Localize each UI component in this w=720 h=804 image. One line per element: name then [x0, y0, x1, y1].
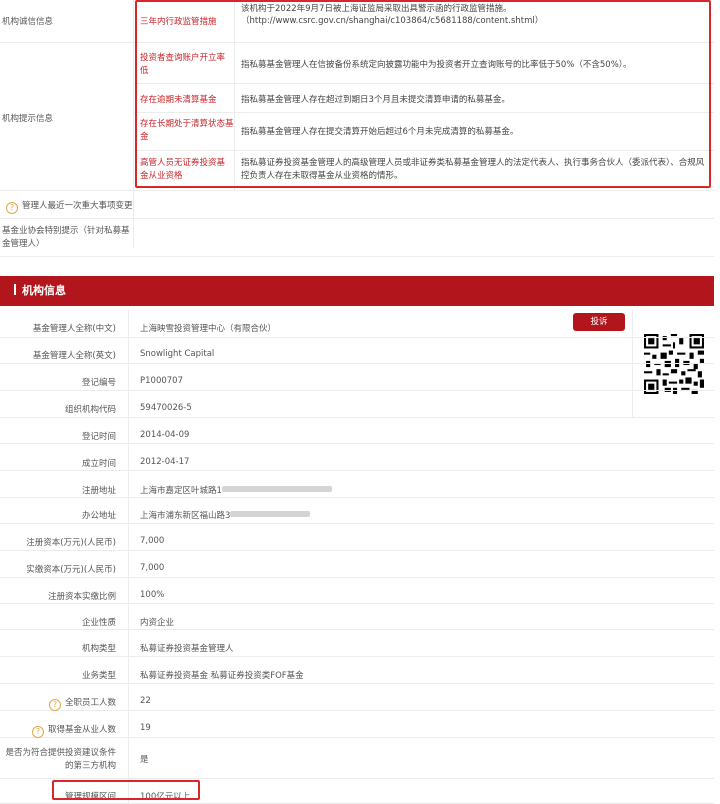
row-value-ent-nature: 内资企业	[140, 616, 174, 628]
row-label-name-en: 基金管理人全称(英文)	[0, 349, 116, 361]
row-label-text: 机构类型	[81, 644, 116, 654]
row-label-text: 注册资本(万元)(人民币)	[26, 538, 116, 548]
row-value-reg-date: 2014-04-09	[140, 430, 189, 440]
row-value-text: 7,000	[140, 563, 165, 573]
row-label-text: 基金管理人全称(英文)	[32, 351, 116, 361]
row-label-text: 取得基金从业人数	[47, 725, 116, 735]
row-value-text: 100%	[140, 590, 165, 600]
row-label-text: 是否为符合提供投资建议条件的第三方机构	[5, 748, 116, 771]
row-value-text: 2014-04-09	[140, 430, 190, 440]
section-header: 机构信息	[0, 276, 714, 306]
row-label-text: 企业性质	[81, 618, 116, 628]
row-label-name-cn: 基金管理人全称(中文)	[0, 322, 116, 334]
row-value-text: Snowlight Capital	[140, 349, 215, 359]
help-icon[interactable]: ?	[6, 202, 18, 214]
row-value-name-cn: 上海映雪投资管理中心（有限合伙）	[140, 322, 276, 334]
hint-info-label: 机构提示信息	[2, 114, 54, 124]
row-value-paid-capital: 7,000	[140, 563, 164, 573]
row-label-qualified-count: ? 取得基金从业人数	[0, 723, 116, 738]
row-value-paid-ratio: 100%	[140, 590, 164, 600]
row-label-text: 注册资本实缴比例	[47, 592, 116, 602]
row-label-ent-nature: 企业性质	[0, 616, 116, 628]
row-label-reg-addr: 注册地址	[0, 484, 116, 496]
row-value-text: 上海市嘉定区叶城路1	[140, 486, 222, 496]
row-label-third-party: 是否为符合提供投资建议条件的第三方机构	[2, 747, 116, 773]
recent-change-text: 管理人最近一次重大事项变更	[22, 201, 133, 211]
row-label-text: 全职员工人数	[64, 698, 116, 708]
help-icon[interactable]: ?	[48, 699, 61, 711]
row-value-qualified-count: 19	[140, 723, 151, 733]
row-label-reg-date: 登记时间	[0, 430, 116, 442]
row-value-office-addr: 上海市浦东新区福山路3	[140, 509, 311, 521]
row-label-staff-count: ? 全职员工人数	[0, 696, 116, 711]
highlight-box-scale	[52, 780, 200, 800]
complain-button[interactable]: 投诉	[573, 313, 625, 331]
row-value-text: 7,000	[140, 536, 165, 546]
row-value-text: 私募证券投资基金 私募证券投资类FOF基金	[140, 671, 304, 681]
recent-change-label: ? 管理人最近一次重大事项变更	[6, 199, 133, 214]
row-label-office-addr: 办公地址	[0, 509, 116, 521]
row-label-est-date: 成立时间	[0, 457, 116, 469]
row-value-name-en: Snowlight Capital	[140, 349, 214, 359]
redacted-text	[221, 486, 332, 492]
row-label-text: 注册地址	[81, 486, 116, 496]
row-label-text: 业务类型	[81, 671, 116, 681]
row-label-paid-capital: 实缴资本(万元)(人民币)	[0, 563, 116, 575]
row-label-text: 登记编号	[81, 378, 116, 388]
row-value-text: 上海市浦东新区福山路3	[140, 511, 231, 521]
row-label-reg-capital: 注册资本(万元)(人民币)	[0, 536, 116, 548]
row-value-reg-no: P1000707	[140, 376, 183, 386]
row-value-reg-capital: 7,000	[140, 536, 164, 546]
row-value-text: 是	[140, 755, 149, 765]
row-value-text: 上海映雪投资管理中心（有限合伙）	[140, 324, 277, 334]
row-value-text: 内资企业	[140, 618, 175, 628]
assoc-tip-label: 基金业协会特别提示（针对私募基金管理人）	[2, 226, 130, 249]
row-value-text: 22	[140, 696, 151, 706]
row-value-est-date: 2012-04-17	[140, 457, 189, 467]
row-value-org-type: 私募证券投资基金管理人	[140, 642, 234, 654]
row-value-text: 19	[140, 723, 151, 733]
row-label-text: 成立时间	[81, 459, 116, 469]
help-icon[interactable]: ?	[31, 726, 44, 738]
row-value-text: 私募证券投资基金管理人	[140, 644, 234, 654]
row-label-org-code: 组织机构代码	[0, 403, 116, 415]
row-label-biz-type: 业务类型	[0, 669, 116, 681]
row-value-org-code: 59470026-5	[140, 403, 192, 413]
qr-code-icon	[644, 334, 704, 394]
row-value-biz-type: 私募证券投资基金 私募证券投资类FOF基金	[140, 669, 304, 681]
row-label-org-type: 机构类型	[0, 642, 116, 654]
row-label-paid-ratio: 注册资本实缴比例	[0, 590, 116, 602]
row-value-text: P1000707	[140, 376, 183, 386]
row-value-staff-count: 22	[140, 696, 151, 706]
credit-info-label: 机构诚信信息	[2, 17, 54, 27]
row-label-text: 办公地址	[81, 511, 116, 521]
row-value-text: 59470026-5	[140, 403, 192, 413]
row-label-text: 组织机构代码	[64, 405, 116, 415]
row-value-reg-addr: 上海市嘉定区叶城路1	[140, 484, 332, 496]
section-title: 机构信息	[22, 284, 66, 297]
row-value-text: 2012-04-17	[140, 457, 190, 467]
row-label-text: 实缴资本(万元)(人民币)	[26, 565, 116, 575]
redacted-text	[230, 511, 311, 517]
row-label-reg-no: 登记编号	[0, 376, 116, 388]
row-label-text: 登记时间	[81, 432, 116, 442]
highlight-box-hints	[135, 0, 711, 188]
row-label-text: 基金管理人全称(中文)	[32, 324, 116, 334]
row-value-third-party: 是	[140, 753, 149, 765]
